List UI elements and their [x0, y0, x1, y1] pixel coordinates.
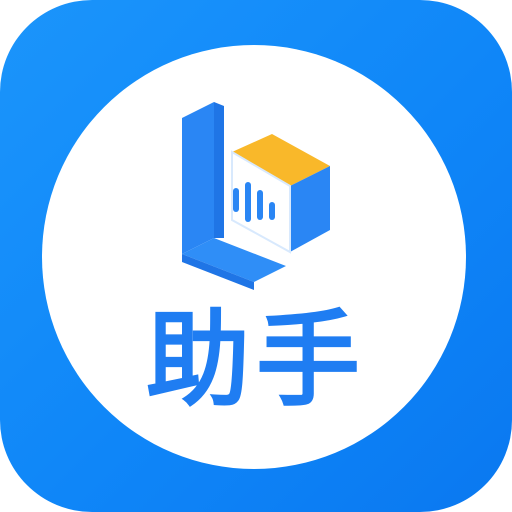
voice-bar-1 [233, 188, 239, 212]
voice-bar-4 [269, 202, 275, 220]
cube-voice-logo-icon [182, 102, 330, 290]
logo-slab-side [214, 102, 224, 238]
voice-bar-2 [245, 182, 251, 222]
voice-bar-3 [257, 190, 263, 220]
app-label: 助手 [145, 299, 366, 421]
app-icon-tile[interactable]: 助手 [0, 0, 512, 512]
logo-slab [182, 102, 214, 254]
